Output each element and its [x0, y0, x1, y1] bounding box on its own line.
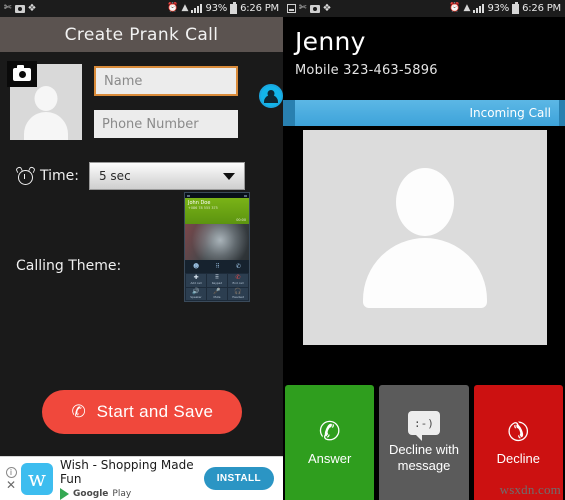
keypad-icon: ⠿: [215, 263, 220, 270]
start-and-save-button[interactable]: ✆ Start and Save: [41, 390, 242, 434]
call-icon: ✆: [235, 263, 241, 270]
phone-number-input[interactable]: [94, 110, 238, 138]
contacts-icon: ☻: [193, 263, 200, 270]
prank-call-form: Time: 5 sec Calling Theme: John Doe +086…: [0, 52, 283, 500]
alarm-clock-icon: [15, 165, 36, 186]
time-dropdown-value: 5 sec: [98, 169, 131, 183]
caller-photo: [303, 130, 547, 345]
battery-icon: [512, 2, 520, 14]
alarm-icon: ⏰: [449, 3, 461, 13]
ad-controls: i ✕: [4, 467, 18, 491]
theme-keypad: ⠿ Keypad: [207, 274, 227, 287]
left-screen-create-prank-call: ✄ ❖ ⏰ ▲ 93% 6:26 PM Create Prank Call Na…: [0, 0, 283, 500]
theme-speaker: 🔊 Speaker: [186, 287, 206, 300]
screenshot-pair: ✄ ❖ ⏰ ▲ 93% 6:26 PM Create Prank Call Na…: [0, 0, 565, 500]
contact-picker-button[interactable]: [259, 84, 283, 108]
time-dropdown[interactable]: 5 sec: [88, 162, 245, 190]
page-title: Create Prank Call: [64, 24, 219, 45]
answer-label: Answer: [307, 451, 352, 466]
chevron-down-icon: [222, 172, 235, 180]
decline-label: Decline: [496, 451, 540, 466]
caller-number: Mobile 323-463-5896: [295, 63, 438, 78]
theme-button-grid: ✚ Add call ⠿ Keypad ✆ End call 🔊 Speaker 🎤 Mu…: [185, 273, 249, 301]
theme-caller-number: +086 78 555 375: [188, 206, 218, 210]
clock-time: 6:26 PM: [522, 2, 561, 14]
decline-with-message-label: Decline with message: [388, 442, 460, 473]
ad-app-logo: w: [21, 462, 53, 495]
ad-title: Wish - Shopping Made Fun: [60, 457, 194, 486]
status-bar-right: ✄ ❖ ⏰ ▲ 93% 6:26 PM: [283, 0, 565, 17]
incoming-call-label: Incoming Call: [469, 106, 551, 120]
person-silhouette-icon: [361, 167, 489, 308]
caller-info: Jenny Mobile 323-463-5896: [283, 17, 565, 78]
theme-mute: 🎤 Mute: [207, 287, 227, 300]
text-fields-group: [82, 64, 251, 138]
screenshot-icon: [287, 4, 296, 13]
phone-down-icon: ✆: [499, 412, 537, 450]
battery-percent: 93%: [487, 2, 510, 14]
ad-install-button[interactable]: INSTALL: [203, 467, 274, 490]
phone-up-icon: ✆: [318, 416, 341, 446]
signal-icon: [473, 4, 485, 13]
save-button-wrap: ✆ Start and Save: [0, 390, 283, 434]
answer-button[interactable]: ✆ Answer: [285, 385, 375, 500]
incoming-call-banner: Incoming Call: [283, 100, 565, 126]
watermark: wsxdn.com: [499, 482, 561, 497]
app-header: Create Prank Call: [0, 17, 283, 52]
theme-end-call: ✆ End call: [228, 274, 248, 287]
status-bar-left-icons-2: ✄ ❖: [287, 2, 332, 14]
ad-store-name: Google: [73, 488, 109, 499]
dropbox-icon: ❖: [322, 2, 332, 14]
ad-store-row: Google Play: [60, 487, 204, 500]
calling-theme-label: Calling Theme:: [16, 258, 122, 274]
caller-name: Jenny: [295, 27, 366, 56]
theme-action-bar: ☻ ⠿ ✆: [185, 260, 249, 273]
photo-and-fields-row: [0, 61, 283, 140]
camera-icon: [14, 4, 25, 13]
scissors-icon: ✄: [4, 3, 12, 13]
phone-icon: ✆: [71, 402, 86, 421]
calling-theme-preview[interactable]: John Doe +086 78 555 375 00:00 ☻ ⠿ ✆ ✚ Ad…: [184, 192, 250, 302]
theme-headset: 🎧 Headset: [228, 287, 248, 300]
ad-banner[interactable]: i ✕ w Wish - Shopping Made Fun Google Pl…: [0, 456, 283, 500]
time-label: Time:: [40, 168, 79, 184]
status-bar-left: ✄ ❖ ⏰ ▲ 93% 6:26 PM: [0, 0, 283, 17]
theme-caller-photo: [185, 224, 249, 260]
battery-icon: [230, 2, 238, 14]
alarm-icon: ⏰: [167, 3, 179, 13]
status-bar-right-icons-2: ⏰ ▲ 93% 6:26 PM: [449, 2, 561, 14]
name-input[interactable]: [94, 66, 238, 96]
time-row: Time: 5 sec: [0, 140, 283, 190]
close-icon[interactable]: ✕: [6, 479, 16, 491]
dropbox-icon: ❖: [27, 2, 37, 14]
person-silhouette-icon: [23, 82, 69, 140]
status-bar-left-icons: ✄ ❖: [4, 2, 37, 14]
start-and-save-label: Start and Save: [96, 402, 214, 421]
contact-photo-picker[interactable]: [7, 61, 82, 140]
wifi-icon: ▲: [181, 3, 189, 13]
decline-with-message-button[interactable]: :-) Decline with message: [379, 385, 469, 500]
wifi-icon: ▲: [463, 3, 471, 13]
ad-text-block: Wish - Shopping Made Fun Google Play: [60, 458, 204, 500]
camera-icon: [13, 64, 31, 81]
google-play-icon: [60, 487, 69, 500]
theme-caller-header: John Doe +086 78 555 375 00:00: [185, 198, 249, 224]
info-icon[interactable]: i: [5, 467, 17, 478]
calling-theme-row: Calling Theme: John Doe +086 78 555 375 …: [0, 190, 283, 302]
status-bar-right-icons: ⏰ ▲ 93% 6:26 PM: [167, 2, 279, 14]
battery-percent: 93%: [205, 2, 228, 14]
signal-icon: [191, 4, 203, 13]
clock-time: 6:26 PM: [240, 2, 279, 14]
message-bubble-icon: :-): [407, 411, 440, 441]
scissors-icon: ✄: [299, 3, 307, 13]
theme-call-timer: 00:00: [236, 218, 246, 222]
camera-icon: [309, 4, 320, 13]
ad-store-name-rest: Play: [112, 488, 132, 499]
theme-add-call: ✚ Add call: [186, 274, 206, 287]
right-screen-incoming-call: ✄ ❖ ⏰ ▲ 93% 6:26 PM Jenny Mobile 323-463…: [283, 0, 565, 500]
